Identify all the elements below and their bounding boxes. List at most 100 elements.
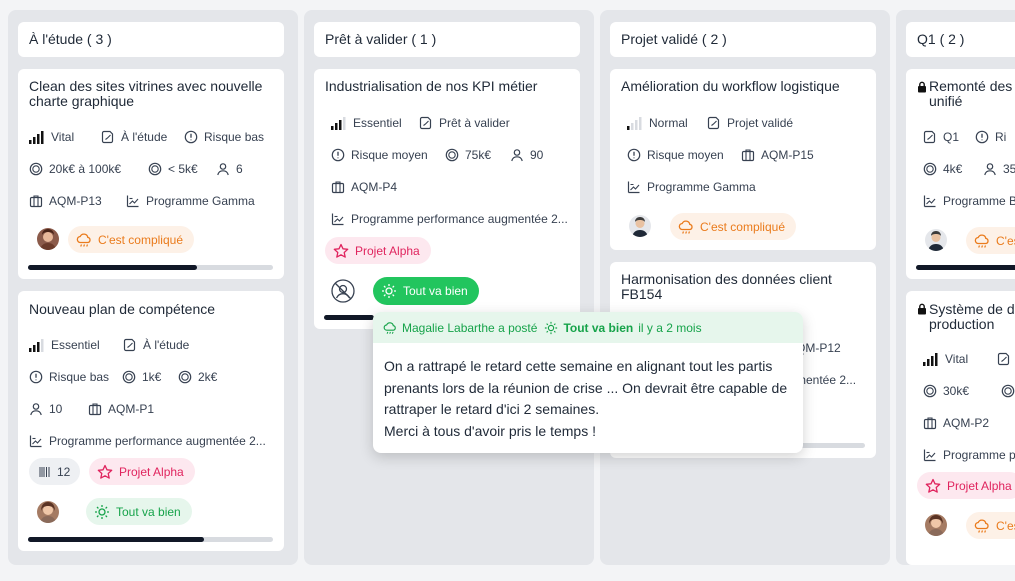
column-header[interactable]: À l'étude ( 3 )	[18, 22, 284, 57]
avatar[interactable]	[925, 514, 947, 536]
column-header[interactable]: Prêt à valider ( 1 )	[314, 22, 580, 57]
signal-icon	[923, 353, 938, 366]
signal-icon	[627, 117, 642, 130]
project-label: Projet Alpha	[947, 478, 1012, 493]
column-projet-valide: Projet validé ( 2 ) Amélioration du work…	[600, 10, 890, 565]
card-title: Système de da production	[929, 301, 1015, 332]
status-doc-icon	[419, 116, 433, 130]
mood-pill[interactable]: Tout va bien	[86, 498, 192, 525]
star-icon	[925, 478, 941, 494]
status-label: À l'étude	[143, 338, 190, 352]
budget-chip: 75k€	[445, 146, 491, 164]
popover-mood: Tout va bien	[563, 320, 634, 335]
cloud-rain-icon	[678, 219, 694, 235]
progress-bar	[916, 265, 1015, 270]
programme-chip: Programme B	[923, 192, 1015, 210]
risk-icon	[331, 148, 345, 162]
project-card[interactable]: Remonté des p unifié Q1 Ri 4k€ 35 Progra…	[906, 69, 1015, 279]
column-header[interactable]: Projet validé ( 2 )	[610, 22, 876, 57]
programme-chip: mentée 2...	[796, 371, 856, 389]
ref-label: AQM-P2	[943, 416, 990, 430]
risk-label: Ri	[995, 130, 1007, 144]
message-line: prenants lors de la réunion de crise ...…	[384, 379, 788, 396]
coin-icon	[445, 148, 459, 162]
risk-icon	[975, 130, 989, 144]
ref-label: AQM-P1	[108, 402, 155, 416]
popover-message: On a rattrapé le retard cette semaine en…	[384, 356, 794, 442]
ref-label: AQM-P4	[351, 180, 398, 194]
ref-chip: AQM-P1	[88, 400, 154, 418]
priority-label: Vital	[51, 130, 75, 144]
cost-label: 2k€	[198, 370, 218, 384]
person-icon	[510, 148, 524, 162]
priority-chip: Normal	[627, 114, 688, 132]
mood-pill[interactable]: Tout va bien	[373, 277, 479, 305]
avatar[interactable]	[37, 501, 59, 523]
project-pill[interactable]: Projet Alpha	[89, 458, 195, 485]
status-doc-icon	[101, 130, 115, 144]
risk-chip: Risque bas	[184, 128, 264, 146]
budget-label: 4k€	[943, 162, 963, 176]
programme-chip: Programme performance augmentée 2...	[29, 432, 266, 450]
ref-label: AQM-P13	[49, 194, 102, 208]
programme-chip: Programme p	[923, 446, 1015, 464]
risk-chip: Risque moyen	[627, 146, 724, 164]
project-card[interactable]: Amélioration du workflow logistique Norm…	[610, 69, 876, 250]
budget-label: 75k€	[465, 148, 492, 162]
user-circle-icon[interactable]	[331, 279, 355, 303]
risk-chip: Ri	[975, 128, 1006, 146]
priority-chip: Essentiel	[29, 336, 100, 354]
column-header[interactable]: Q1 ( 2 )	[906, 22, 1015, 57]
progress-bar	[28, 537, 273, 542]
card-title: Nouveau plan de compétence	[29, 301, 216, 317]
cloud-rain-icon	[383, 321, 397, 335]
project-pill[interactable]: Projet Alpha	[325, 237, 431, 264]
count-pill[interactable]: 12	[29, 458, 81, 485]
mood-label: C'est compliqué	[700, 219, 785, 234]
ref-label: AQM-P15	[761, 148, 814, 162]
programme-chip: Programme performance augmentée 2...	[331, 210, 568, 228]
programme-icon	[126, 194, 140, 208]
star-icon	[97, 464, 113, 480]
coin-icon	[923, 384, 937, 398]
people-chip: 90	[510, 146, 543, 164]
project-card[interactable]: Système de da production Vital Q 30k€ 1 …	[906, 291, 1015, 565]
mood-pill[interactable]: C'est compliqué	[670, 213, 796, 240]
column-q1: Q1 ( 2 ) Remonté des p unifié Q1 Ri 4k€ …	[896, 10, 1015, 565]
barcode-icon	[39, 466, 50, 477]
status-label: Q1	[943, 130, 960, 144]
project-card[interactable]: Clean des sites vitrines avec nouvelle c…	[18, 69, 284, 279]
avatar[interactable]	[37, 228, 59, 250]
briefcase-icon	[741, 148, 755, 162]
priority-label: Normal	[649, 116, 688, 130]
coin-icon	[1001, 384, 1015, 398]
people-chip: 10	[29, 400, 62, 418]
message-line: On a rattrapé le retard cette semaine en…	[384, 358, 773, 374]
mood-pill[interactable]: C'es	[966, 512, 1015, 539]
programme-icon	[923, 448, 937, 462]
risk-label: Risque bas	[204, 130, 265, 144]
star-icon	[333, 243, 349, 259]
project-pill[interactable]: Projet Alpha	[917, 472, 1015, 499]
cloud-rain-icon	[974, 518, 990, 534]
progress-fill	[28, 265, 198, 270]
project-card[interactable]: Nouveau plan de compétence Essentiel À l…	[18, 291, 284, 551]
programme-chip: Programme Gamma	[126, 192, 255, 210]
programme-icon	[627, 180, 641, 194]
cloud-rain-icon	[974, 233, 990, 249]
cost-label: < 5k€	[168, 162, 198, 176]
ref-chip: AQM-P4	[331, 178, 397, 196]
signal-icon	[331, 117, 346, 130]
progress-bar	[28, 265, 273, 270]
progress-fill	[28, 537, 205, 542]
project-card[interactable]: Industrialisation de nos KPI métier Esse…	[314, 69, 580, 329]
programme-label: Programme performance augmentée 2...	[351, 212, 568, 226]
mood-label: Tout va bien	[116, 504, 181, 519]
mood-pill[interactable]: C'est compliqué	[68, 226, 194, 253]
avatar[interactable]	[925, 229, 947, 251]
mood-pill[interactable]: C'es	[966, 227, 1015, 254]
people-chip: 6	[216, 160, 243, 178]
coin-icon	[29, 162, 43, 176]
mood-label: C'es	[996, 233, 1015, 248]
avatar[interactable]	[629, 215, 651, 237]
